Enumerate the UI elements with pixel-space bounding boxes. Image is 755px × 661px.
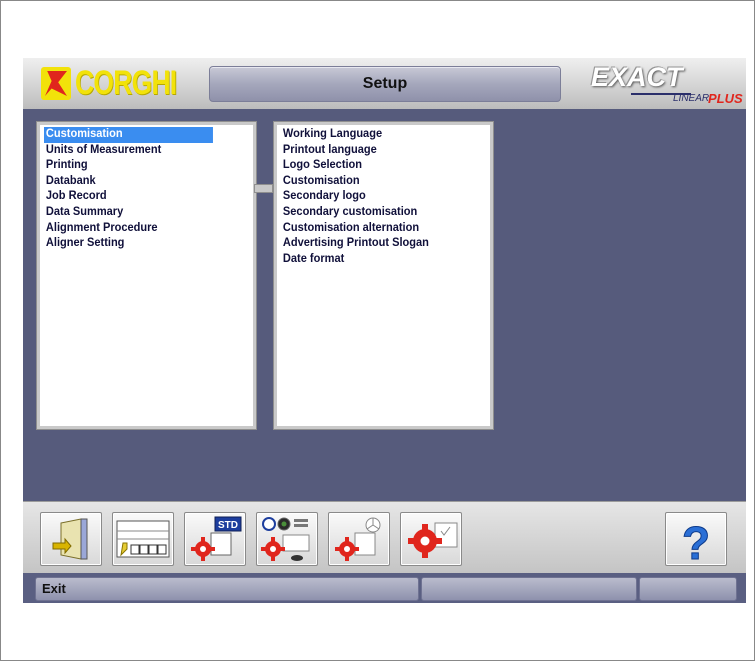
help-question-mark: ? [682, 517, 710, 565]
app-window: CORGHI Setup EXACT LINEAR PLUS Customisa… [23, 58, 746, 603]
brand-settings-icon [261, 517, 310, 561]
list-item-aligner-setting[interactable]: Aligner Setting [44, 236, 245, 252]
std-label: STD [218, 520, 238, 531]
option-secondary-logo[interactable]: Secondary logo [281, 189, 482, 205]
logo-text: CORGHI [75, 64, 177, 102]
list-connector [254, 184, 273, 193]
option-customisation[interactable]: Customisation [281, 174, 482, 190]
gear-settings-icon [408, 522, 458, 558]
list-item-data-summary[interactable]: Data Summary [44, 205, 245, 221]
option-printout-language[interactable]: Printout language [281, 143, 482, 159]
option-customisation-alternation[interactable]: Customisation alternation [281, 221, 482, 237]
mercedes-settings-icon [335, 517, 381, 561]
exit-door-icon [52, 518, 88, 560]
status-segment-right [639, 577, 737, 601]
status-segment-left: Exit [35, 577, 419, 601]
status-bar: Exit [23, 573, 746, 603]
option-date-format[interactable]: Date format [281, 252, 482, 268]
list-item-databank[interactable]: Databank [44, 174, 245, 190]
status-segment-middle [421, 577, 637, 601]
help-button[interactable]: ? [665, 512, 727, 566]
list-item-units-of-measurement[interactable]: Units of Measurement [44, 143, 245, 159]
brand-plus-text: PLUS [708, 91, 743, 106]
option-logo-selection[interactable]: Logo Selection [281, 158, 482, 174]
setup-category-list[interactable]: Customisation Units of Measurement Print… [37, 122, 256, 429]
mercedes-settings-button[interactable] [328, 512, 390, 566]
header-bar: CORGHI Setup EXACT LINEAR PLUS [23, 58, 746, 109]
corghi-logo: CORGHI [41, 65, 181, 102]
exit-button[interactable] [40, 512, 102, 566]
layout-grid-icon [116, 520, 170, 558]
bottom-toolbar: STD ? [23, 501, 746, 574]
option-advertising-printout-slogan[interactable]: Advertising Printout Slogan [281, 236, 482, 252]
screen-frame: CORGHI Setup EXACT LINEAR PLUS Customisa… [0, 0, 755, 661]
status-text: Exit [42, 581, 66, 596]
std-settings-button[interactable]: STD [184, 512, 246, 566]
list-item-job-record[interactable]: Job Record [44, 189, 245, 205]
help-icon: ? [681, 517, 710, 566]
std-settings-icon: STD [191, 516, 242, 561]
brand-exact-text: EXACT [591, 62, 683, 92]
list-item-alignment-procedure[interactable]: Alignment Procedure [44, 221, 245, 237]
corghi-logo-icon [41, 67, 71, 100]
list-item-customisation[interactable]: Customisation [44, 127, 213, 143]
page-title: Setup [209, 66, 561, 102]
exact-brand-logo: EXACT LINEAR PLUS [577, 62, 743, 106]
setup-options-list[interactable]: Working Language Printout language Logo … [274, 122, 493, 429]
layout-button[interactable] [112, 512, 174, 566]
option-secondary-customisation[interactable]: Secondary customisation [281, 205, 482, 221]
brand-linear-text: LINEAR [673, 93, 710, 104]
gear-settings-button[interactable] [400, 512, 462, 566]
list-item-printing[interactable]: Printing [44, 158, 245, 174]
option-working-language[interactable]: Working Language [281, 127, 482, 143]
brand-settings-button[interactable] [256, 512, 318, 566]
